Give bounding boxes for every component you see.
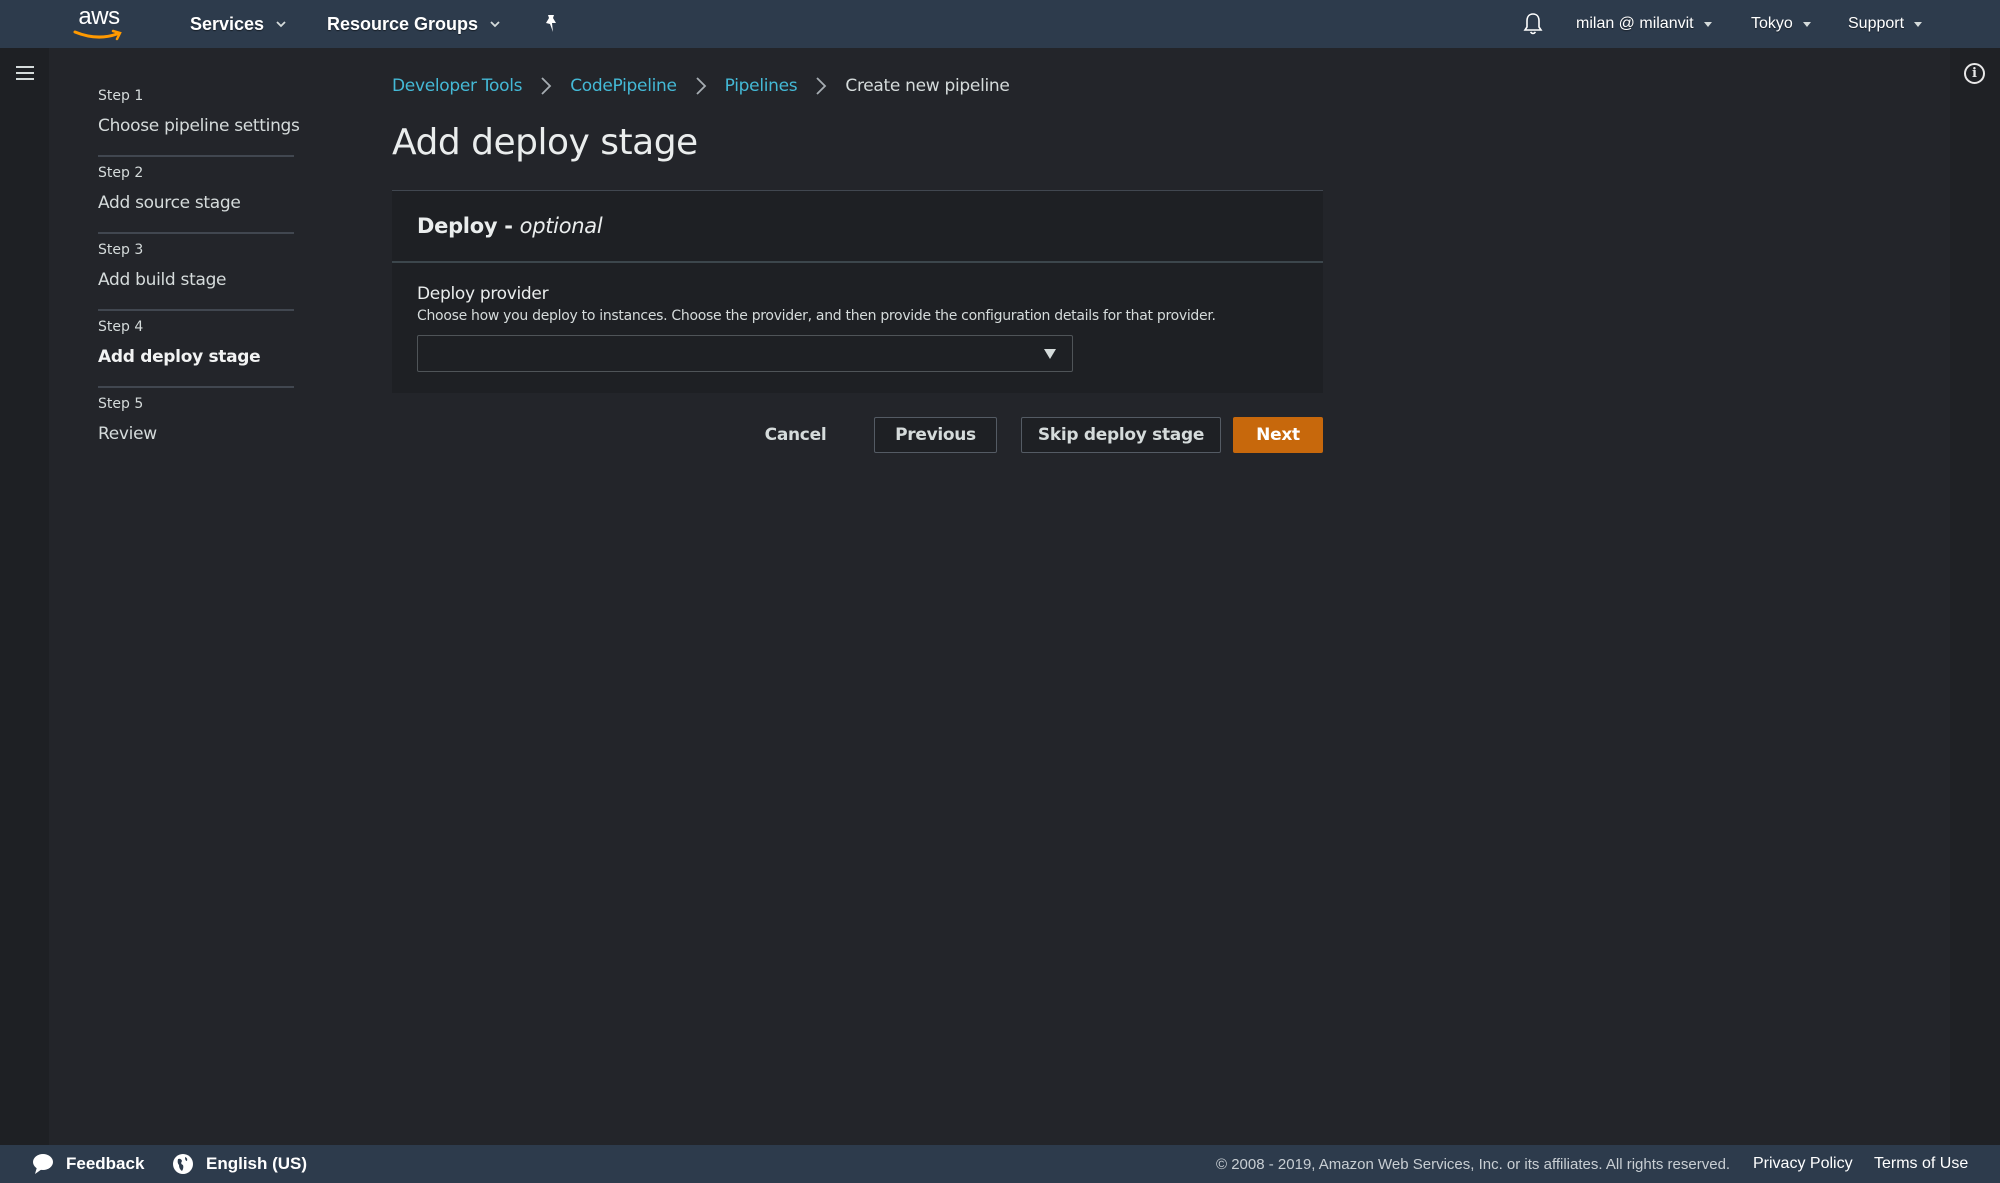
aws-logo[interactable]: aws	[73, 5, 125, 43]
feedback-label: Feedback	[66, 1154, 145, 1173]
previous-button[interactable]: Previous	[874, 417, 997, 453]
hamburger-line	[16, 72, 34, 74]
panel-title-main: Deploy -	[417, 214, 520, 238]
caret-down-icon	[1044, 349, 1056, 359]
footer: Feedback English (US) © 2008 - 2019, Ama…	[0, 1145, 2000, 1183]
wizard-step-4: Step 4 Add deploy stage	[98, 311, 294, 388]
deploy-provider-select[interactable]	[417, 335, 1073, 372]
region-label: Tokyo	[1751, 15, 1793, 32]
chevron-right-icon	[696, 77, 706, 95]
wizard-step-1: Step 1 Choose pipeline settings	[98, 80, 300, 157]
breadcrumb-current: Create new pipeline	[845, 76, 1010, 96]
step-number: Step 3	[98, 242, 144, 258]
breadcrumb-developer-tools[interactable]: Developer Tools	[392, 76, 523, 96]
notifications-button[interactable]	[1522, 0, 1544, 48]
caret-down-icon	[1802, 21, 1811, 27]
resource-groups-label: Resource Groups	[327, 13, 479, 34]
help-panel-rail	[1950, 48, 2000, 1145]
pushpin-icon	[546, 15, 556, 32]
caret-down-icon	[1703, 21, 1712, 27]
step-number: Step 1	[98, 88, 144, 104]
feedback-button[interactable]: Feedback	[32, 1145, 144, 1183]
support-menu[interactable]: Support	[1848, 0, 1923, 48]
terms-of-use-link[interactable]: Terms of Use	[1874, 1145, 1968, 1183]
support-label: Support	[1848, 15, 1905, 32]
cancel-button[interactable]: Cancel	[753, 417, 838, 453]
step-number: Step 5	[98, 396, 144, 412]
step-number: Step 4	[98, 319, 144, 335]
services-label: Services	[190, 13, 265, 34]
step-title-current: Add deploy stage	[98, 347, 261, 367]
wizard-step-5: Step 5 Review	[98, 388, 294, 465]
breadcrumb: Developer Tools CodePipeline Pipelines C…	[392, 74, 1010, 98]
deploy-panel: Deploy - optional Deploy provider Choose…	[392, 190, 1323, 393]
panel-body: Deploy provider Choose how you deploy to…	[392, 263, 1323, 392]
language-selector[interactable]: English (US)	[172, 1145, 307, 1183]
account-label: milan @ milanvit	[1576, 15, 1694, 32]
skip-deploy-stage-button[interactable]: Skip deploy stage	[1021, 417, 1221, 453]
bell-icon	[1523, 13, 1543, 35]
left-navigation-strip	[0, 48, 49, 1145]
top-navigation: aws Services Resource Groups milan @ mil…	[0, 0, 2000, 48]
resource-groups-menu[interactable]: Resource Groups	[327, 0, 500, 48]
panel-title: Deploy - optional	[417, 214, 603, 238]
privacy-policy-link[interactable]: Privacy Policy	[1753, 1145, 1853, 1183]
panel-header: Deploy - optional	[392, 191, 1323, 263]
info-icon[interactable]: i	[1964, 63, 1985, 84]
chevron-down-icon	[490, 21, 500, 28]
step-title-link: Review	[98, 424, 157, 444]
page-title: Add deploy stage	[392, 122, 698, 163]
deploy-provider-label: Deploy provider	[417, 284, 549, 304]
chevron-right-icon	[816, 77, 827, 95]
menu-toggle-button[interactable]	[16, 66, 34, 80]
breadcrumb-codepipeline[interactable]: CodePipeline	[570, 76, 677, 96]
next-button[interactable]: Next	[1233, 417, 1323, 453]
step-title-link[interactable]: Add source stage	[98, 191, 294, 215]
panel-title-optional: optional	[519, 214, 603, 238]
step-number: Step 2	[98, 165, 144, 181]
wizard-step-2: Step 2 Add source stage	[98, 157, 294, 234]
pin-button[interactable]	[542, 0, 560, 48]
account-menu[interactable]: milan @ milanvit	[1576, 0, 1712, 48]
chevron-right-icon	[541, 77, 552, 95]
chevron-down-icon	[276, 21, 286, 28]
wizard-steps: Step 1 Choose pipeline settings Step 2 A…	[98, 80, 300, 465]
hamburger-line	[16, 78, 34, 80]
hamburger-line	[16, 66, 34, 68]
speech-bubble-icon	[33, 1154, 53, 1174]
services-menu[interactable]: Services	[190, 0, 286, 48]
breadcrumb-pipelines[interactable]: Pipelines	[725, 76, 798, 96]
aws-smile-icon	[73, 29, 122, 41]
copyright-text: © 2008 - 2019, Amazon Web Services, Inc.…	[1216, 1155, 1731, 1173]
deploy-provider-description: Choose how you deploy to instances. Choo…	[417, 308, 1216, 324]
globe-icon	[173, 1154, 193, 1174]
step-title-link[interactable]: Add build stage	[98, 268, 294, 292]
region-menu[interactable]: Tokyo	[1751, 0, 1811, 48]
step-title-link[interactable]: Choose pipeline settings	[98, 114, 300, 138]
wizard-step-3: Step 3 Add build stage	[98, 234, 294, 311]
language-label: English (US)	[206, 1154, 308, 1173]
aws-logo-text: aws	[78, 3, 120, 30]
caret-down-icon	[1914, 21, 1923, 27]
